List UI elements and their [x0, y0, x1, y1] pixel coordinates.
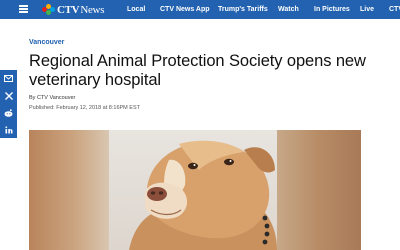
nav-item-watch[interactable]: Watch [278, 0, 299, 19]
ctv-news-logo[interactable]: CTVNews [42, 3, 104, 16]
linkedin-icon [4, 125, 12, 133]
byline: By CTV Vancouver [29, 95, 76, 101]
reddit-share-button[interactable] [0, 104, 17, 121]
reddit-icon [4, 108, 13, 117]
share-bar [0, 70, 17, 138]
ctv-logo-icon [42, 4, 55, 15]
top-navigation-bar: CTVNews Local CTV News App Trump's Tarif… [0, 0, 400, 19]
nav-item-local[interactable]: Local [127, 0, 145, 19]
nav-item-live[interactable]: Live [360, 0, 374, 19]
email-share-button[interactable] [0, 70, 17, 87]
article-photo [29, 130, 361, 250]
photo-blurred-right [277, 130, 361, 250]
x-icon [4, 91, 13, 100]
email-icon [4, 75, 13, 82]
nav-item-ctv-news-app[interactable]: CTV News App [160, 0, 210, 19]
nav-item-in-pictures[interactable]: In Pictures [314, 0, 350, 19]
dog-image [129, 140, 277, 250]
article-headline: Regional Animal Protection Society opens… [29, 52, 366, 89]
nav-item-trumps-tariffs[interactable]: Trump's Tariffs [218, 0, 268, 19]
photo-blurred-left [29, 130, 109, 250]
nav-item-ctv[interactable]: CTV [389, 0, 400, 19]
section-label[interactable]: Vancouver [29, 39, 64, 46]
x-share-button[interactable] [0, 87, 17, 104]
menu-icon[interactable] [19, 5, 28, 13]
linkedin-share-button[interactable] [0, 121, 17, 138]
published-date: Published: February 12, 2018 at 8:16PM E… [29, 105, 140, 111]
logo-wordmark: CTVNews [57, 3, 105, 16]
